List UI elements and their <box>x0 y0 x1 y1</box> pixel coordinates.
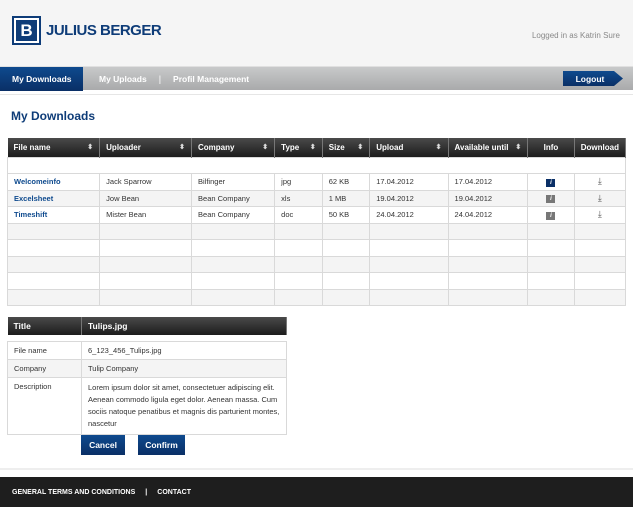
detail-row: Company Tulip Company <box>7 358 287 378</box>
file-link[interactable]: Welcomeinfo <box>6 173 101 191</box>
cell-upload: 24.04.2012 <box>369 206 449 224</box>
col-available-until[interactable]: Available until ⬍ <box>448 138 529 157</box>
col-uploader[interactable]: Uploader ⬍ <box>99 138 193 157</box>
terms-link[interactable]: GENERAL TERMS AND CONDITIONS <box>12 489 135 496</box>
sort-icon[interactable]: ⬍ <box>515 143 521 151</box>
sort-icon[interactable]: ⬍ <box>262 143 268 151</box>
table-row: Excelsheet Jow Bean Bean Company xls 1 M… <box>6 189 627 207</box>
cell-size: 50 KB <box>321 206 371 224</box>
nav-separator: | <box>158 73 162 84</box>
download-icon[interactable]: ⤓ <box>598 176 602 186</box>
info-icon[interactable]: i <box>546 178 556 187</box>
file-link[interactable]: Excelsheet <box>6 189 101 207</box>
cell-until: 24.04.2012 <box>447 206 529 224</box>
col-company[interactable]: Company ⬍ <box>191 138 276 157</box>
logo[interactable]: B JULIUS BERGER <box>12 16 162 45</box>
detail-label: Company <box>7 358 82 378</box>
detail-row: Description Lorem ipsum dolor sit amet, … <box>7 376 287 435</box>
detail-row: File name 6_123_456_Tulips.jpg <box>7 340 287 360</box>
downloads-table: File name ⬍ Uploader ⬍ Company ⬍ Type ⬍ Size… <box>6 138 627 306</box>
empty-row <box>6 222 627 240</box>
detail-description: Lorem ipsum dolor sit amet, consectetuer… <box>81 376 287 435</box>
contact-link[interactable]: CONTACT <box>157 489 191 496</box>
cell-upload: 19.04.2012 <box>369 189 449 207</box>
col-upload[interactable]: Upload ⬍ <box>369 138 449 157</box>
cell-until: 19.04.2012 <box>447 189 529 207</box>
file-link[interactable]: Timeshift <box>6 206 101 224</box>
table-row: Timeshift Mister Bean Bean Company doc 5… <box>6 206 627 224</box>
sort-icon[interactable]: ⬍ <box>436 143 442 151</box>
col-size[interactable]: Size ⬍ <box>322 138 371 157</box>
main-nav: My Downloads My Uploads | Profil Managem… <box>0 66 633 91</box>
sort-icon[interactable]: ⬍ <box>310 143 316 151</box>
detail-title-label: Title <box>7 317 82 335</box>
col-type[interactable]: Type ⬍ <box>274 138 323 157</box>
empty-row <box>6 288 627 306</box>
nav-my-downloads[interactable]: My Downloads <box>0 66 83 91</box>
nav-my-uploads[interactable]: My Uploads <box>99 74 147 84</box>
empty-row <box>6 239 627 257</box>
logout-button[interactable]: Logout <box>563 71 623 86</box>
col-info: Info <box>527 138 575 157</box>
cell-company: Bean Company <box>191 206 276 224</box>
cancel-button[interactable]: Cancel <box>81 435 125 455</box>
empty-row <box>6 255 627 273</box>
cell-upload: 17.04.2012 <box>369 173 449 191</box>
footer-separator: | <box>145 488 148 496</box>
table-row: Welcomeinfo Jack Sparrow Bilfinger jpg 6… <box>6 173 627 191</box>
file-detail-table: Title Tulips.jpg File name 6_123_456_Tul… <box>7 317 287 435</box>
cell-uploader: Jow Bean <box>99 189 193 207</box>
cell-type: doc <box>274 206 323 224</box>
footer: GENERAL TERMS AND CONDITIONS | CONTACT <box>0 477 633 507</box>
header: B JULIUS BERGER Logged in as Katrin Sure <box>0 0 633 66</box>
detail-value: Tulip Company <box>81 358 287 378</box>
cell-company: Bilfinger <box>191 173 276 191</box>
detail-value: 6_123_456_Tulips.jpg <box>81 340 287 360</box>
info-icon[interactable]: i <box>546 195 556 204</box>
cell-uploader: Mister Bean <box>99 206 193 224</box>
cell-size: 1 MB <box>321 189 371 207</box>
cell-size: 62 KB <box>321 173 371 191</box>
sort-icon[interactable]: ⬍ <box>87 143 93 151</box>
divider <box>0 468 633 470</box>
logo-icon: B <box>12 16 41 45</box>
cell-type: jpg <box>274 173 323 191</box>
download-icon[interactable]: ⤓ <box>598 193 602 203</box>
detail-title-value: Tulips.jpg <box>81 317 287 335</box>
cell-until: 17.04.2012 <box>447 173 529 191</box>
detail-label: Description <box>7 376 82 435</box>
cell-uploader: Jack Sparrow <box>99 173 193 191</box>
download-icon[interactable]: ⤓ <box>598 209 602 219</box>
detail-label: File name <box>7 340 82 360</box>
confirm-button[interactable]: Confirm <box>138 435 185 455</box>
divider <box>0 90 633 95</box>
sort-icon[interactable]: ⬍ <box>179 143 185 151</box>
sort-icon[interactable]: ⬍ <box>357 143 363 151</box>
logo-text: JULIUS BERGER <box>46 22 162 39</box>
nav-profil-management[interactable]: Profil Management <box>173 74 249 84</box>
col-download: Download <box>574 138 627 157</box>
page-title: My Downloads <box>11 109 96 123</box>
empty-row <box>6 272 627 290</box>
cell-type: xls <box>274 189 323 207</box>
info-icon[interactable]: i <box>546 211 556 220</box>
cell-company: Bean Company <box>191 189 276 207</box>
logged-in-text: Logged in as Katrin Sure <box>531 31 620 40</box>
col-file-name[interactable]: File name ⬍ <box>7 138 101 157</box>
